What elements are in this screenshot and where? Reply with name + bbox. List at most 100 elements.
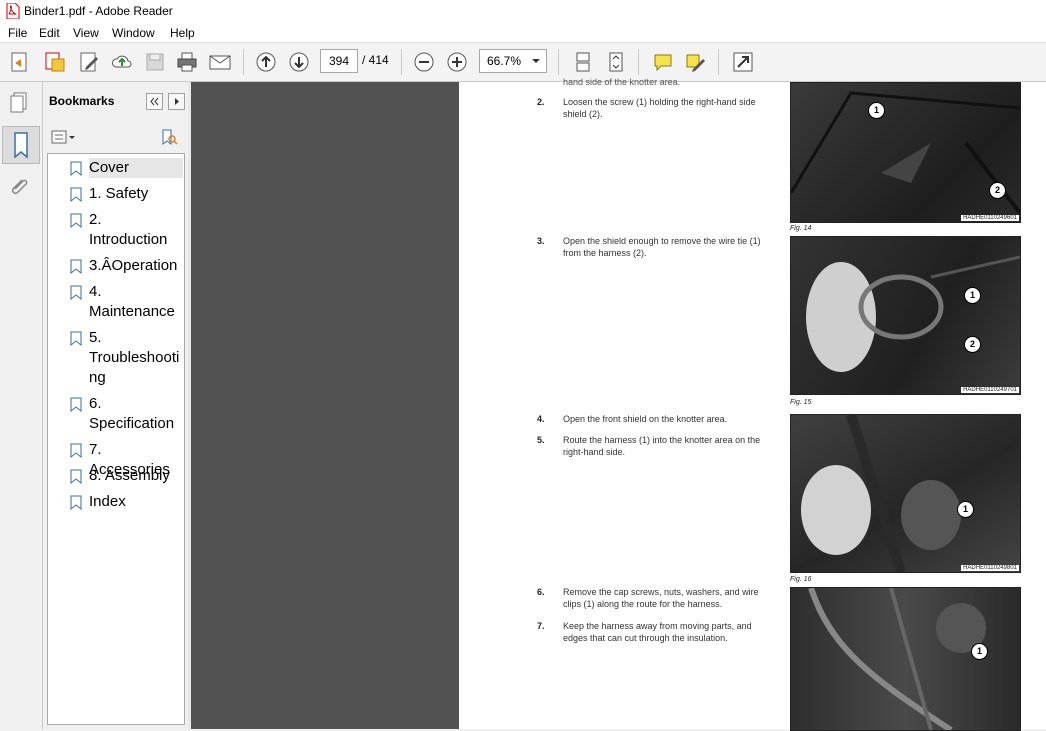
step-text: Open the front shield on the knotter are… — [563, 414, 728, 424]
menu-bar: File Edit View Window Help — [0, 22, 1046, 43]
comment-button[interactable] — [650, 49, 676, 75]
knotter-photo-graphic — [801, 415, 961, 572]
zoom-in-button[interactable] — [444, 49, 470, 75]
combine-files-button[interactable] — [42, 49, 68, 75]
bookmark-label: 1. Safety — [89, 185, 149, 202]
bookmark-icon — [70, 331, 82, 346]
bookmark-search-icon — [162, 129, 178, 145]
step-text: Remove the cap screws, nuts, washers, an… — [563, 587, 759, 609]
bookmark-icon — [70, 469, 82, 484]
menu-edit[interactable]: Edit — [39, 26, 60, 40]
fit-page-button[interactable] — [603, 49, 629, 75]
bookmark-label: 4. Maintenance — [89, 283, 175, 320]
page-thumbnails-icon — [10, 92, 27, 113]
figure-caption: Fig. 16 — [790, 576, 812, 583]
bookmark-item-introduction[interactable]: 2. Introduction — [48, 210, 184, 252]
bookmark-item-troubleshooting[interactable]: 5. Troubleshooting — [48, 328, 184, 390]
menu-view[interactable]: View — [73, 26, 99, 40]
menu-window[interactable]: Window — [112, 26, 155, 40]
toolbar-separator — [401, 49, 402, 75]
menu-file[interactable]: File — [8, 26, 27, 40]
bookmark-item-specification[interactable]: 6. Specification — [48, 394, 184, 436]
highlight-text-icon — [686, 54, 705, 72]
create-pdf-button[interactable] — [7, 49, 33, 75]
bookmark-item-maintenance[interactable]: 4. Maintenance — [48, 282, 184, 324]
upload-button[interactable] — [109, 49, 135, 75]
step-text: Open the shield enough to remove the wir… — [563, 236, 761, 258]
bookmarks-list: Cover 1. Safety 2. Introduction 3.ÂOpera… — [47, 153, 185, 725]
callout-marker: 1 — [971, 643, 988, 660]
bookmark-item-operation[interactable]: 3.ÂOperation — [48, 256, 184, 278]
callout-marker: 1 — [868, 102, 885, 119]
zoom-dropdown-button[interactable] — [527, 49, 547, 73]
page-number-input[interactable]: 394 — [320, 49, 358, 73]
panel-options-button[interactable] — [168, 93, 185, 110]
step-number: 6. — [537, 587, 545, 597]
bookmark-ribbon-icon — [14, 132, 28, 159]
bookmark-options-button[interactable] — [51, 129, 75, 145]
previous-page-button[interactable] — [253, 49, 279, 75]
navigation-pane-strip — [0, 82, 43, 729]
comment-bubble-icon — [654, 54, 672, 72]
bookmarks-tab-button[interactable] — [2, 126, 40, 164]
save-button[interactable] — [142, 49, 168, 75]
wire-clips-photo-graphic — [808, 588, 986, 730]
callout-marker: 2 — [989, 182, 1006, 199]
find-bookmark-button[interactable] — [160, 128, 178, 146]
edit-document-icon — [80, 52, 98, 72]
print-button[interactable] — [174, 49, 200, 75]
bookmark-icon — [70, 187, 82, 202]
full-screen-button[interactable] — [730, 49, 756, 75]
menu-help[interactable]: Help — [170, 26, 195, 40]
image-code: HADHE0110249801 — [961, 565, 1019, 571]
bookmark-item-cover[interactable]: Cover — [48, 158, 184, 180]
bookmark-item-accessories[interactable]: 7. Accessories — [48, 440, 184, 478]
paperclip-icon — [11, 179, 28, 195]
step-number: 5. — [537, 435, 545, 445]
figure-photo: 1 HADHE0110249801 — [790, 414, 1021, 573]
bookmark-item-index[interactable]: Index — [48, 492, 184, 514]
figure-photo: 1 2 HADHE0110249701 — [790, 236, 1021, 395]
attachments-button[interactable] — [6, 174, 32, 200]
double-chevron-left-icon — [150, 97, 159, 106]
printer-icon — [177, 52, 197, 72]
page-thumbnails-button[interactable] — [6, 90, 32, 116]
edit-pdf-button[interactable] — [76, 49, 102, 75]
figure-photo: 1 2 HADHE0110249601 — [790, 82, 1021, 223]
figure-caption: Fig. 14 — [790, 225, 812, 232]
envelope-icon — [209, 55, 231, 70]
bookmarks-title: Bookmarks — [49, 94, 115, 108]
toolbar-separator — [558, 49, 559, 75]
collapse-panel-button[interactable] — [146, 93, 163, 110]
harness-photo-graphic — [806, 255, 1020, 372]
toolbar-separator — [243, 49, 244, 75]
cloud-upload-icon — [112, 55, 132, 68]
bookmark-label: Cover — [89, 158, 183, 178]
zoom-level-input[interactable]: 66.7% — [479, 49, 529, 73]
bookmark-label: 2. Introduction — [89, 211, 168, 248]
step-text: Keep the harness away from moving parts,… — [563, 621, 752, 643]
total-pages-label: / 414 — [362, 53, 389, 67]
bookmark-label: 3.ÂOperation — [89, 257, 178, 274]
bookmark-icon — [70, 161, 82, 176]
zoom-out-button[interactable] — [411, 49, 437, 75]
bookmark-item-safety[interactable]: 1. Safety — [48, 184, 184, 206]
figure-photo: 1 — [790, 587, 1021, 731]
highlight-button[interactable] — [683, 49, 709, 75]
arrow-up-circle-icon — [256, 52, 276, 72]
arrow-down-circle-icon — [289, 52, 309, 72]
step-number: 7. — [537, 621, 545, 631]
toolbar-separator — [718, 49, 719, 75]
window-title: Binder1.pdf - Adobe Reader — [24, 4, 173, 18]
step-number: 2. — [537, 97, 545, 107]
next-page-button[interactable] — [286, 49, 312, 75]
email-button[interactable] — [207, 49, 233, 75]
scrolling-mode-button[interactable] — [570, 49, 596, 75]
bookmark-label: Index — [89, 493, 126, 510]
bookmark-item-assembly[interactable]: 8. Assembly — [48, 466, 184, 488]
save-icon — [146, 53, 164, 71]
figure-caption: Fig. 15 — [790, 399, 812, 406]
bookmark-icon — [70, 285, 82, 300]
title-bar: Binder1.pdf - Adobe Reader — [0, 0, 1046, 22]
callout-marker: 1 — [957, 501, 974, 518]
